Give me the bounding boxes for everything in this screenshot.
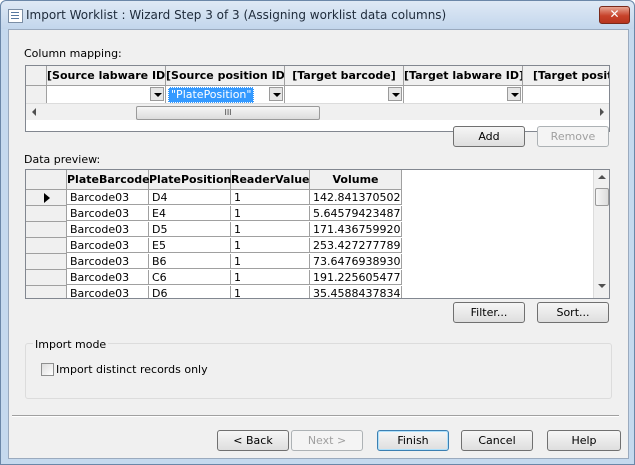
row-header[interactable] [26,206,67,222]
data-preview-label: Data preview: [24,153,101,166]
table-cell[interactable]: 171.4367599206 [310,222,402,237]
cancel-button[interactable]: Cancel [461,430,533,451]
current-row-icon [44,193,50,203]
mapping-value: "PlatePosition" [168,87,255,103]
table-cell[interactable]: Barcode03 [67,206,149,221]
mapping-corner-header [26,66,47,86]
table-cell[interactable]: Barcode03 [67,286,149,298]
mapping-header-source-position[interactable]: [Source position ID] [166,66,285,86]
preview-header-platebarcode[interactable]: PlateBarcode [67,170,150,190]
scroll-down-icon[interactable] [598,284,606,288]
row-header[interactable] [26,238,67,254]
worklist-app-icon [8,9,23,23]
table-cell[interactable]: B6 [149,254,231,269]
mapping-header-target-position[interactable]: [Target positi [523,66,609,86]
data-preview-grid: PlateBarcode PlatePosition ReaderValue V… [25,169,610,299]
close-button[interactable]: ✕ [599,6,630,24]
preview-header-plateposition[interactable]: PlatePosition [149,170,231,190]
sort-button[interactable]: Sort... [537,302,609,323]
mapping-combo-source-labware[interactable] [47,86,166,104]
mapping-header-target-labware[interactable]: [Target labware ID] [404,66,523,86]
table-cell[interactable]: 191.2256054779 [310,270,402,285]
scroll-left-icon[interactable] [32,108,36,116]
preview-vertical-scrollbar[interactable] [593,170,609,298]
finish-button[interactable]: Finish [377,430,449,451]
footer-separator [12,415,619,417]
scroll-up-icon[interactable] [598,175,606,179]
table-cell[interactable]: Barcode03 [67,190,149,205]
title-bar: Import Worklist : Wizard Step 3 of 3 (As… [1,1,634,29]
table-cell[interactable]: E5 [149,238,231,253]
back-button[interactable]: < Back [217,430,289,451]
add-button[interactable]: Add [453,126,525,147]
table-cell[interactable]: 142.8413705028 [310,190,402,205]
table-cell[interactable]: 253.4272777894 [310,238,402,253]
table-cell[interactable]: 1 [231,190,310,205]
mapping-combo-target-position[interactable] [523,86,609,104]
table-cell[interactable]: E4 [149,206,231,221]
preview-corner-header [26,170,67,190]
table-cell[interactable]: 73.64769389306 [310,254,402,269]
table-cell[interactable]: C6 [149,270,231,285]
table-cell[interactable]: 1 [231,254,310,269]
next-button[interactable]: Next > [291,430,363,451]
help-button[interactable]: Help [547,430,621,451]
table-cell[interactable]: Barcode03 [67,222,149,237]
mapping-row-header [26,86,47,104]
dropdown-arrow-icon[interactable] [507,87,521,101]
scroll-right-icon[interactable] [600,108,604,116]
table-cell[interactable]: 1 [231,222,310,237]
import-mode-label: Import mode [33,338,109,351]
import-distinct-checkbox[interactable] [41,363,54,376]
table-cell[interactable]: Barcode03 [67,270,149,285]
table-cell[interactable]: 5.645794234874 [310,206,402,221]
scroll-thumb[interactable] [595,188,609,206]
column-mapping-grid: [Source labware ID] [Source position ID]… [25,65,610,132]
row-header[interactable] [26,270,67,286]
table-cell[interactable]: 1 [231,286,310,298]
preview-header-volume[interactable]: Volume [310,170,402,190]
table-cell[interactable]: D5 [149,222,231,237]
table-cell[interactable]: 35.45884378345 [310,286,402,298]
remove-button[interactable]: Remove [537,126,609,147]
scroll-thumb[interactable]: III [136,106,320,120]
column-mapping-label: Column mapping: [24,47,122,60]
row-header[interactable] [26,190,67,206]
mapping-combo-target-barcode[interactable] [285,86,404,104]
table-cell[interactable]: Barcode03 [67,238,149,253]
filter-button[interactable]: Filter... [453,302,525,323]
mapping-combo-target-labware[interactable] [404,86,523,104]
window-title: Import Worklist : Wizard Step 3 of 3 (As… [26,8,447,22]
row-header[interactable] [26,254,67,270]
table-cell[interactable]: D6 [149,286,231,298]
table-cell[interactable]: Barcode03 [67,254,149,269]
preview-header-readervalue[interactable]: ReaderValue [231,170,310,190]
mapping-header-target-barcode[interactable]: [Target barcode] [285,66,404,86]
dropdown-arrow-icon[interactable] [269,87,283,101]
table-cell[interactable]: 1 [231,270,310,285]
table-cell[interactable]: 1 [231,238,310,253]
dropdown-arrow-icon[interactable] [150,87,164,101]
table-cell[interactable]: D4 [149,190,231,205]
row-header[interactable] [26,286,67,298]
dropdown-arrow-icon[interactable] [388,87,402,101]
import-distinct-label[interactable]: Import distinct records only [56,363,208,376]
mapping-combo-source-position[interactable]: "PlatePosition" [166,86,285,104]
table-cell[interactable]: 1 [231,206,310,221]
row-header[interactable] [26,222,67,238]
mapping-header-source-labware[interactable]: [Source labware ID] [47,66,166,86]
mapping-horizontal-scrollbar[interactable]: III [26,103,609,120]
